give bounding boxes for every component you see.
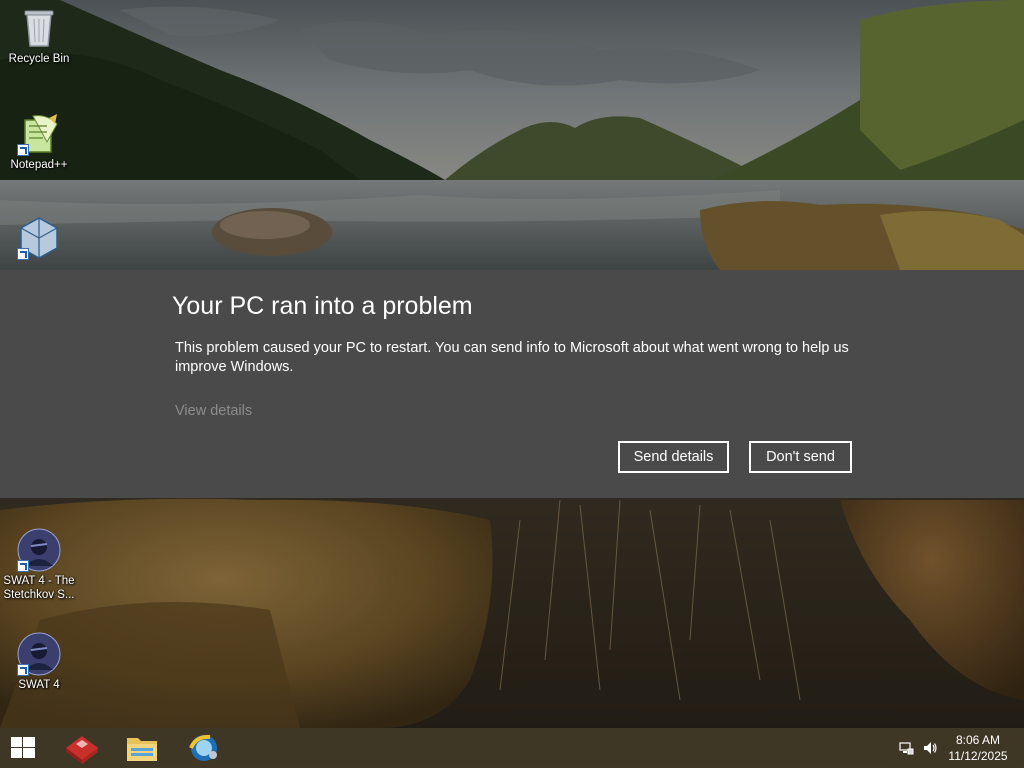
swat4-game-icon — [17, 632, 61, 676]
app-launcher-icon — [66, 736, 98, 764]
notepad-plus-plus-icon — [17, 112, 61, 156]
send-details-button[interactable]: Send details — [618, 441, 729, 473]
taskbar-app-launcher[interactable] — [58, 728, 106, 768]
desktop-icon-label: Notepad++ — [10, 159, 68, 171]
dialog-title: Your PC ran into a problem — [172, 292, 473, 320]
shortcut-arrow-icon — [17, 144, 29, 156]
dont-send-button[interactable]: Don't send — [749, 441, 852, 473]
network-icon[interactable] — [898, 740, 914, 756]
desktop-screen: Recycle Bin Notepad++ SWAT 4 - The Stetc… — [0, 0, 1024, 768]
view-details-link[interactable]: View details — [175, 403, 252, 419]
desktop-icon-swat4[interactable]: SWAT 4 — [0, 632, 78, 692]
recycle-bin-icon — [17, 6, 61, 50]
desktop-icon-recycle-bin[interactable]: Recycle Bin — [0, 6, 78, 66]
windows-logo-icon — [11, 737, 35, 758]
desktop-icon-label: Recycle Bin — [8, 53, 70, 65]
taskbar-browser[interactable] — [180, 728, 228, 768]
clock-time: 8:06 AM — [955, 733, 1001, 747]
problem-report-dialog: Your PC ran into a problem This problem … — [0, 270, 1024, 498]
browser-icon — [189, 734, 217, 761]
virtualbox-icon — [17, 216, 61, 260]
desktop-icon-label: SWAT 4 — [18, 679, 60, 691]
taskbar-file-explorer[interactable] — [118, 728, 166, 768]
dialog-message: This problem caused your PC to restart. … — [175, 340, 849, 375]
desktop-icon-label: SWAT 4 - The Stetchkov S... — [3, 575, 75, 601]
file-explorer-icon — [127, 738, 157, 761]
taskbar: 8:06 AM 11/12/2025 — [0, 728, 1024, 768]
desktop-icon-virtualbox[interactable] — [0, 216, 78, 262]
clock-date: 11/12/2025 — [948, 749, 1008, 763]
shortcut-arrow-icon — [17, 560, 29, 572]
shortcut-arrow-icon — [17, 248, 29, 260]
taskbar-clock[interactable]: 8:06 AM 11/12/2025 — [938, 732, 1018, 764]
desktop-icon-swat4-stetchkov[interactable]: SWAT 4 - The Stetchkov S... — [0, 528, 78, 602]
volume-icon[interactable] — [922, 740, 938, 756]
start-button[interactable] — [0, 728, 48, 768]
desktop-icon-notepad-plus-plus[interactable]: Notepad++ — [0, 112, 78, 172]
shortcut-arrow-icon — [17, 664, 29, 676]
swat4-game-icon — [17, 528, 61, 572]
